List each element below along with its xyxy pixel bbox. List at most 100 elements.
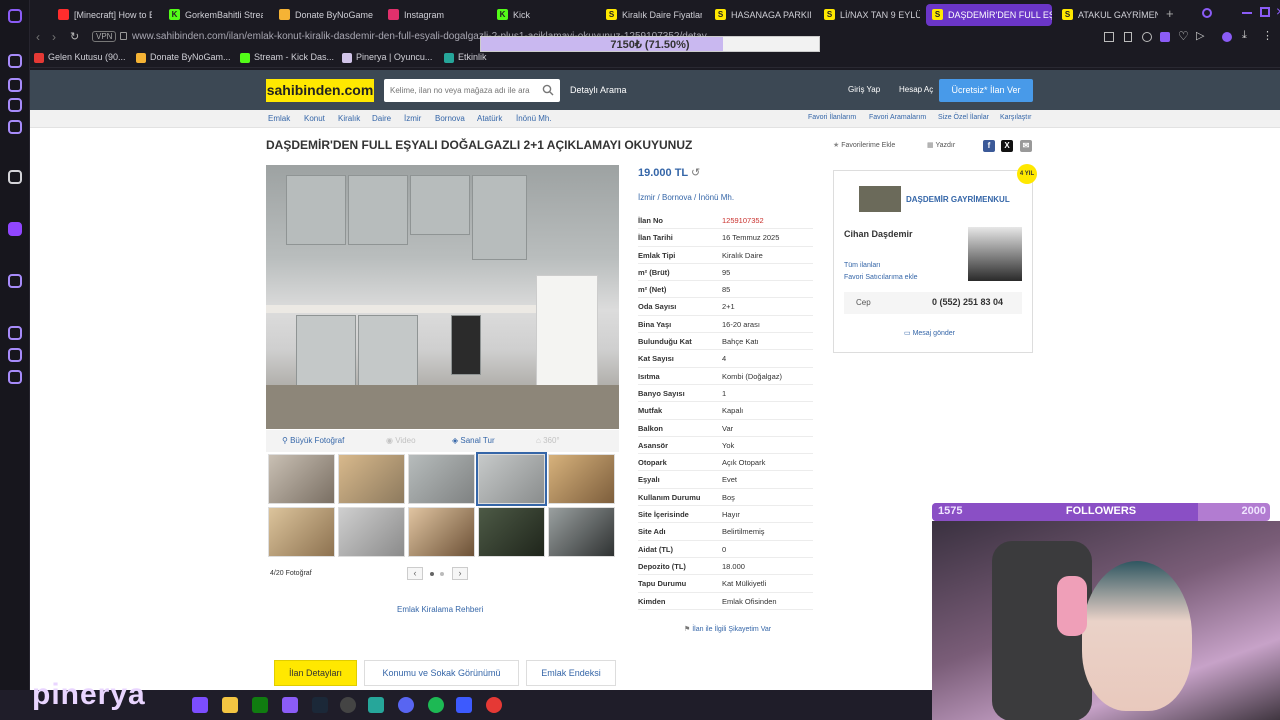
price-history-icon[interactable]: ↺	[691, 167, 700, 179]
login-link[interactable]: Giriş Yap	[848, 85, 880, 94]
location-district[interactable]: Bornova	[662, 193, 692, 202]
back-icon[interactable]: ‹	[36, 30, 40, 44]
maximize-icon[interactable]	[1260, 7, 1270, 17]
tab-location[interactable]: Konumu ve Sokak Görünümü	[364, 660, 519, 686]
browser-tab[interactable]: K Kick	[491, 4, 591, 26]
shield-icon[interactable]	[1160, 32, 1170, 42]
favorite-searches-link[interactable]: Favori Aramalarım	[869, 114, 926, 121]
bookmark-item[interactable]: Stream - Kick Das...	[240, 52, 334, 63]
app-icon[interactable]	[456, 697, 472, 713]
minimize-icon[interactable]	[1242, 12, 1252, 14]
next-photo-button[interactable]: ›	[452, 567, 468, 580]
thumbnail[interactable]	[548, 454, 615, 504]
bookmark-item[interactable]: Etkinlik	[444, 52, 487, 63]
breadcrumb-item[interactable]: Bornova	[435, 114, 465, 123]
thumbnail[interactable]	[338, 507, 405, 557]
thumbnail[interactable]	[548, 507, 615, 557]
breadcrumb-item[interactable]: İnönü Mh.	[516, 114, 552, 123]
search-input[interactable]	[384, 79, 534, 102]
new-tab-icon[interactable]: +	[1166, 6, 1174, 21]
app-icon[interactable]	[368, 697, 384, 713]
breadcrumb-item[interactable]: Atatürk	[477, 114, 502, 123]
tab-listing-details[interactable]: İlan Detayları	[274, 660, 357, 686]
play-icon[interactable]: ▷	[1196, 29, 1204, 42]
rent-guide-link[interactable]: Emlak Kiralama Rehberi	[397, 605, 483, 614]
reload-icon[interactable]: ↻	[70, 30, 79, 43]
search-icon[interactable]	[1202, 8, 1212, 18]
browser-logo-icon[interactable]	[8, 9, 22, 23]
download-icon[interactable]: ⤓	[1242, 29, 1247, 42]
forward-icon[interactable]: ›	[52, 30, 56, 44]
profile-icon[interactable]	[1222, 32, 1232, 42]
facebook-icon[interactable]: f	[983, 140, 995, 152]
thumbnail[interactable]	[268, 454, 335, 504]
snapshot-icon[interactable]	[1142, 32, 1152, 42]
close-icon[interactable]: ×	[1276, 3, 1280, 19]
copilot-icon[interactable]	[192, 697, 208, 713]
sidebar-app-icon[interactable]	[8, 54, 22, 68]
extensions-icon[interactable]	[8, 348, 22, 362]
bookmark-item[interactable]: Gelen Kutusu (90...	[34, 52, 126, 63]
post-listing-button[interactable]: Ücretsiz* İlan Ver	[939, 79, 1033, 102]
browser-tab-active[interactable]: S DAŞDEMİR'DEN FULL EŞ	[926, 4, 1052, 26]
browser-tab[interactable]: S Lİ/NAX TAN 9 EYLÜ	[818, 4, 920, 26]
lock-icon[interactable]	[120, 32, 127, 40]
thumbnail[interactable]	[408, 454, 475, 504]
large-photo-button[interactable]: ⚲ Büyük Fotoğraf	[282, 436, 344, 445]
bookmark-item[interactable]: Donate ByNoGam...	[136, 52, 231, 63]
search-icon[interactable]	[542, 84, 554, 96]
thumbnail[interactable]	[478, 507, 545, 557]
favorite-listings-link[interactable]: Favori İlanlarım	[808, 114, 856, 121]
location-city[interactable]: İzmir	[638, 193, 655, 202]
pager-dot[interactable]	[440, 572, 444, 576]
location-neighborhood[interactable]: İnönü Mh.	[698, 193, 734, 202]
sidebar-app-icon[interactable]	[8, 78, 22, 92]
breadcrumb-item[interactable]: Kiralık	[338, 114, 360, 123]
browser-tab[interactable]: K GorkemBahitli Strea	[163, 4, 263, 26]
special-listings-link[interactable]: Size Özel İlanlar	[938, 114, 989, 121]
prev-photo-button[interactable]: ‹	[407, 567, 423, 580]
detailed-search-link[interactable]: Detaylı Arama	[570, 85, 627, 95]
heart-icon[interactable]: ♡	[1178, 29, 1189, 43]
chrome-icon[interactable]	[486, 697, 502, 713]
main-photo[interactable]	[266, 165, 619, 429]
email-icon[interactable]: ✉	[1020, 140, 1032, 152]
all-listings-link[interactable]: Tüm ilanları	[844, 262, 881, 269]
menu-icon[interactable]: ⋮	[1262, 29, 1273, 42]
sidebar-app-icon[interactable]	[8, 120, 22, 134]
breadcrumb-item[interactable]: Emlak	[268, 114, 290, 123]
add-favorite-seller-link[interactable]: Favori Satıcılarıma ekle	[844, 274, 918, 281]
thumbnail[interactable]	[268, 507, 335, 557]
breadcrumb-item[interactable]: İzmir	[404, 114, 421, 123]
bookmark-icon[interactable]	[1124, 32, 1132, 42]
twitch-icon[interactable]	[8, 222, 22, 236]
vpn-badge[interactable]: VPN	[92, 31, 117, 42]
bookmark-item[interactable]: Pinerya | Oyuncu...	[342, 52, 432, 63]
x-icon[interactable]: X	[1001, 140, 1013, 152]
sidebar-app-icon[interactable]	[8, 170, 22, 184]
print-link[interactable]: ▦ Yazdır	[927, 141, 955, 149]
browser-tab[interactable]: S Kiralık Daire Fiyatlar	[600, 4, 702, 26]
folder-icon[interactable]	[222, 697, 238, 713]
sidebar-app-icon[interactable]	[8, 98, 22, 112]
steam-icon[interactable]	[312, 697, 328, 713]
virtual-tour-button[interactable]: ◈ Sanal Tur	[452, 436, 495, 445]
tab-real-estate-index[interactable]: Emlak Endeksi	[526, 660, 616, 686]
browser-tab[interactable]: Donate ByNoGame	[273, 4, 373, 26]
pager-dot-active[interactable]	[430, 572, 434, 576]
xbox-icon[interactable]	[252, 697, 268, 713]
browser-icon[interactable]	[282, 697, 298, 713]
complaint-link[interactable]: ⚑ İlan ile İlgili Şikayetim Var	[684, 625, 771, 633]
seller-firm[interactable]: DAŞDEMİR GAYRİMENKUL	[906, 195, 1010, 204]
breadcrumb-item[interactable]: Konut	[304, 114, 325, 123]
history-icon[interactable]	[8, 326, 22, 340]
discord-icon[interactable]	[398, 697, 414, 713]
breadcrumb-item[interactable]: Daire	[372, 114, 391, 123]
sidebar-app-icon[interactable]	[8, 274, 22, 288]
phone-number[interactable]: 0 (552) 251 83 04	[932, 297, 1003, 307]
compare-link[interactable]: Karşılaştır	[1000, 114, 1032, 121]
thumbnail[interactable]	[408, 507, 475, 557]
thumbnail[interactable]	[338, 454, 405, 504]
seller-logo[interactable]	[859, 186, 901, 212]
browser-tab[interactable]: SATAKUL GAYRİMENK	[1056, 4, 1158, 26]
